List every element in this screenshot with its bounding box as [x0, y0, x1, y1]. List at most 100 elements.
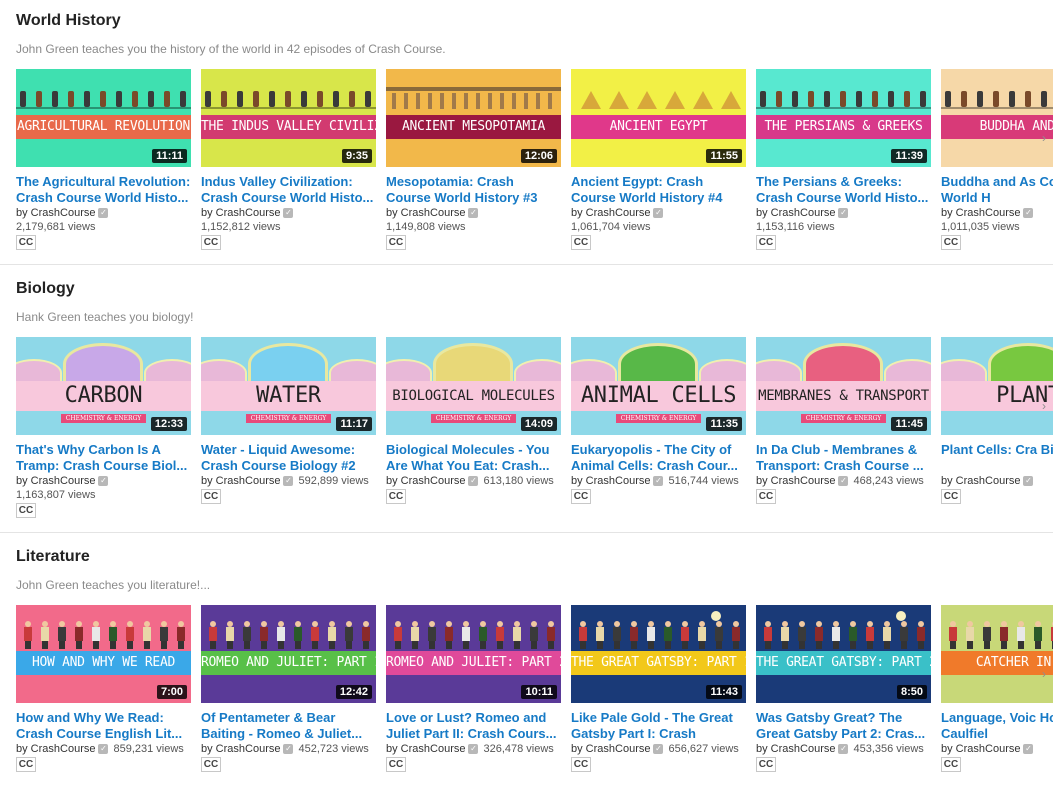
verified-check-icon: ✓: [283, 208, 294, 219]
video-card[interactable]: THE INDUS VALLEY CIVILIZATION 9:35 Indus V…: [201, 69, 377, 259]
video-thumbnail[interactable]: PLANT: [941, 337, 1053, 435]
video-title-link[interactable]: Buddha and As Course World H: [941, 174, 1053, 206]
verified-check-icon: ✓: [1023, 208, 1034, 219]
channel-name[interactable]: by CrashCourse: [941, 743, 1020, 755]
video-card[interactable]: CATCHER IN THE Language, Voic Holden Caul…: [941, 605, 1053, 795]
video-card[interactable]: BUDDHA AND AS Buddha and As Course World …: [941, 69, 1053, 259]
figure-decoration: [84, 91, 90, 107]
video-thumbnail[interactable]: BUDDHA AND AS: [941, 69, 1053, 167]
thumbnail-subtitle: CHEMISTRY & ENERGY: [616, 414, 701, 423]
channel-name[interactable]: by CrashCourse: [756, 475, 835, 487]
video-thumbnail[interactable]: THE GREAT GATSBY: PART 1 11:43: [571, 605, 746, 703]
shelf-title[interactable]: Literature: [16, 548, 90, 566]
video-card[interactable]: ANIMAL CELLS CHEMISTRY & ENERGY 11:35 Eukar…: [571, 337, 747, 527]
video-title-link[interactable]: Love or Lust? Romeo and Juliet Part II: …: [386, 710, 562, 742]
video-card[interactable]: ROMEO AND JULIET: PART 1 12:42 Of Pentamet…: [201, 605, 377, 795]
shelf-next-arrow-icon[interactable]: ›: [1039, 664, 1049, 684]
video-thumbnail[interactable]: ANIMAL CELLS CHEMISTRY & ENERGY 11:35: [571, 337, 746, 435]
channel-line: by CrashCourse ✓: [386, 207, 562, 219]
video-card[interactable]: CARBON CHEMISTRY & ENERGY 12:33 That's Why …: [16, 337, 192, 527]
video-thumbnail[interactable]: THE GREAT GATSBY: PART 2 8:50: [756, 605, 931, 703]
video-title-link[interactable]: Biological Molecules - You Are What You …: [386, 442, 562, 474]
video-title-link[interactable]: Ancient Egypt: Crash Course World Histor…: [571, 174, 747, 206]
video-thumbnail[interactable]: THE PERSIANS & GREEKS 11:39: [756, 69, 931, 167]
video-duration: 11:11: [152, 149, 187, 163]
cc-badge: CC: [201, 235, 221, 250]
channel-name[interactable]: by CrashCourse: [571, 207, 650, 219]
video-thumbnail[interactable]: WATER CHEMISTRY & ENERGY 11:17: [201, 337, 376, 435]
channel-name[interactable]: by CrashCourse: [16, 475, 95, 487]
video-card[interactable]: ROMEO AND JULIET: PART 2 10:11 Love or Lus…: [386, 605, 562, 795]
thumbnail-title: BIOLOGICAL MOLECULES: [392, 388, 555, 404]
channel-name[interactable]: by CrashCourse: [386, 207, 465, 219]
video-thumbnail[interactable]: ROMEO AND JULIET: PART 2 10:11: [386, 605, 561, 703]
video-title-link[interactable]: In Da Club - Membranes & Transport: Cras…: [756, 442, 932, 474]
shelf-next-arrow-icon[interactable]: ›: [1039, 128, 1049, 148]
video-thumbnail[interactable]: CATCHER IN THE: [941, 605, 1053, 703]
video-thumbnail[interactable]: MEMBRANES & TRANSPORT CHEMISTRY & ENERGY 1…: [756, 337, 931, 435]
video-title-link[interactable]: That's Why Carbon Is A Tramp: Crash Cour…: [16, 442, 192, 474]
video-title-link[interactable]: The Persians & Greeks: Crash Course Worl…: [756, 174, 932, 206]
video-card[interactable]: HOW AND WHY WE READ 7:00 How and Why We Re…: [16, 605, 192, 795]
video-title-link[interactable]: Was Gatsby Great? The Great Gatsby Part …: [756, 710, 932, 742]
figure-decoration: [116, 91, 122, 107]
thumbnail-title: THE INDUS VALLEY CIVILIZATION: [201, 119, 376, 134]
channel-name[interactable]: by CrashCourse: [756, 207, 835, 219]
cc-badge: CC: [756, 235, 776, 250]
channel-name[interactable]: by CrashCourse: [201, 207, 280, 219]
video-thumbnail[interactable]: THE INDUS VALLEY CIVILIZATION 9:35: [201, 69, 376, 167]
channel-name[interactable]: by CrashCourse: [16, 743, 95, 755]
channel-name[interactable]: by CrashCourse: [201, 475, 280, 487]
channel-name[interactable]: by CrashCourse: [386, 475, 465, 487]
character-decoration: [428, 621, 436, 649]
video-thumbnail[interactable]: BIOLOGICAL MOLECULES CHEMISTRY & ENERGY 14…: [386, 337, 561, 435]
character-decoration: [849, 621, 857, 649]
video-title-link[interactable]: How and Why We Read: Crash Course Englis…: [16, 710, 192, 742]
video-card[interactable]: BIOLOGICAL MOLECULES CHEMISTRY & ENERGY 14…: [386, 337, 562, 527]
channel-name[interactable]: by CrashCourse: [201, 743, 280, 755]
video-title-link[interactable]: Plant Cells: Cra Biology #6: [941, 442, 1053, 474]
video-title-link[interactable]: Water - Liquid Awesome: Crash Course Bio…: [201, 442, 377, 474]
channel-name[interactable]: by CrashCourse: [571, 475, 650, 487]
video-title-link[interactable]: Eukaryopolis - The City of Animal Cells:…: [571, 442, 747, 474]
channel-line: by CrashCourse ✓ 516,744 views: [571, 475, 747, 487]
video-thumbnail[interactable]: ROMEO AND JULIET: PART 1 12:42: [201, 605, 376, 703]
shelf-title[interactable]: Biology: [16, 280, 75, 298]
channel-name[interactable]: by CrashCourse: [756, 743, 835, 755]
thumbnail-title: CARBON: [64, 383, 143, 408]
shelf-title[interactable]: World History: [16, 12, 121, 30]
video-card[interactable]: THE GREAT GATSBY: PART 1 11:43 Like Pale G…: [571, 605, 747, 795]
video-title-link[interactable]: Language, Voic Holden Caulfiel: [941, 710, 1053, 742]
video-card[interactable]: WATER CHEMISTRY & ENERGY 11:17 Water - Liqu…: [201, 337, 377, 527]
video-card[interactable]: ANCIENT EGYPT 11:55 Ancient Egypt: Crash C…: [571, 69, 747, 259]
video-card[interactable]: PLANT Plant Cells: Cra Biology #6by Crash…: [941, 337, 1053, 527]
video-title-link[interactable]: The Agricultural Revolution: Crash Cours…: [16, 174, 192, 206]
video-thumbnail[interactable]: CARBON CHEMISTRY & ENERGY 12:33: [16, 337, 191, 435]
channel-name[interactable]: by CrashCourse: [941, 207, 1020, 219]
channel-name[interactable]: by CrashCourse: [941, 475, 1020, 487]
video-title-link[interactable]: Indus Valley Civilization: Crash Course …: [201, 174, 377, 206]
video-title-link[interactable]: Of Pentameter & Bear Baiting - Romeo & J…: [201, 710, 377, 742]
channel-name[interactable]: by CrashCourse: [386, 743, 465, 755]
video-thumbnail[interactable]: AGRICULTURAL REVOLUTION 11:11: [16, 69, 191, 167]
figure-decoration: [221, 91, 227, 107]
character-decoration: [394, 621, 402, 649]
channel-name[interactable]: by CrashCourse: [16, 207, 95, 219]
video-card[interactable]: ANCIENT MESOPOTAMIA 12:06 Mesopotamia: Cra…: [386, 69, 562, 259]
video-card[interactable]: THE PERSIANS & GREEKS 11:39 The Persians &…: [756, 69, 932, 259]
video-thumbnail[interactable]: ANCIENT MESOPOTAMIA 12:06: [386, 69, 561, 167]
video-thumbnail[interactable]: HOW AND WHY WE READ 7:00: [16, 605, 191, 703]
thumbnail-title: ANCIENT MESOPOTAMIA: [401, 119, 545, 134]
cc-badge: CC: [941, 489, 961, 504]
video-card[interactable]: THE GREAT GATSBY: PART 2 8:50 Was Gatsby G…: [756, 605, 932, 795]
character-decoration: [479, 621, 487, 649]
character-decoration: [226, 621, 234, 649]
video-card[interactable]: MEMBRANES & TRANSPORT CHEMISTRY & ENERGY 1…: [756, 337, 932, 527]
shelf-next-arrow-icon[interactable]: ›: [1039, 396, 1049, 416]
video-title-link[interactable]: Like Pale Gold - The Great Gatsby Part I…: [571, 710, 747, 742]
video-title-link[interactable]: Mesopotamia: Crash Course World History …: [386, 174, 562, 206]
video-thumbnail[interactable]: ANCIENT EGYPT 11:55: [571, 69, 746, 167]
character-decoration: [496, 621, 504, 649]
channel-name[interactable]: by CrashCourse: [571, 743, 650, 755]
video-card[interactable]: AGRICULTURAL REVOLUTION 11:11 The Agricult…: [16, 69, 192, 259]
